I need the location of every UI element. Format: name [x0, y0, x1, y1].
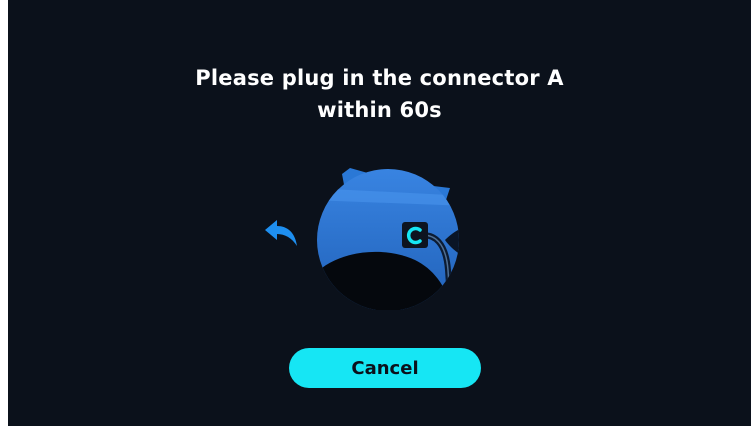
cancel-button[interactable]: Cancel	[289, 348, 481, 388]
charging-screen: Please plug in the connector A within 60…	[8, 0, 751, 426]
prompt-line-2: within 60s	[317, 98, 442, 122]
car-connector-illustration	[317, 168, 459, 310]
plug-in-prompt: Please plug in the connector A within 60…	[8, 62, 751, 126]
prompt-line-1: Please plug in the connector A	[195, 66, 564, 90]
